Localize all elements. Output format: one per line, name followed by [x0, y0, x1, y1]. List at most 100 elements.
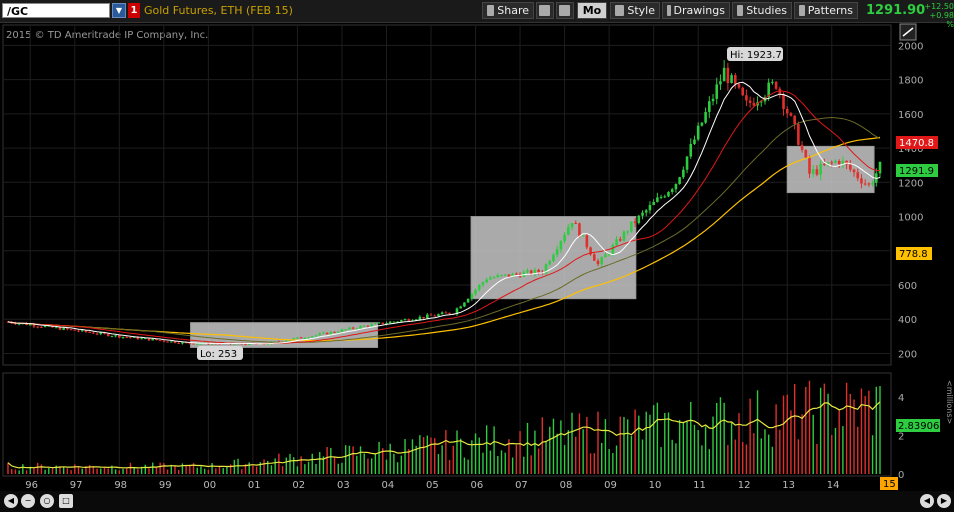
- candle-body: [793, 115, 796, 125]
- candle-body: [448, 312, 451, 314]
- candle-body: [618, 239, 622, 241]
- candle-body: [811, 169, 815, 174]
- candle-body: [567, 227, 570, 235]
- candle-body: [719, 81, 722, 85]
- candle-body: [867, 183, 871, 185]
- candle-body: [663, 196, 667, 198]
- candle-body: [388, 321, 392, 324]
- candle-body: [708, 101, 711, 112]
- candle-body: [110, 336, 114, 338]
- candle-body: [652, 201, 655, 206]
- candle-body: [322, 332, 325, 334]
- time-tick-label: 99: [159, 480, 172, 491]
- candle-body: [348, 327, 351, 330]
- time-tick-label: 01: [248, 480, 261, 491]
- candles: [6, 60, 882, 346]
- candle-body: [429, 314, 433, 316]
- candle-body: [166, 341, 169, 343]
- candle-body: [570, 223, 574, 228]
- candle-body: [418, 316, 422, 320]
- candle-body: [552, 254, 555, 262]
- candle-body: [626, 231, 629, 233]
- candle-body: [800, 144, 804, 150]
- candle-body: [173, 341, 177, 343]
- candle-body: [871, 182, 874, 185]
- candle-body: [43, 326, 47, 328]
- candle-body: [585, 235, 589, 248]
- candle-body: [158, 340, 162, 342]
- reset-view-button[interactable]: □: [59, 494, 73, 508]
- time-tick-label: 98: [114, 480, 127, 491]
- candle-body: [381, 322, 385, 325]
- price-tick-label: 200: [898, 349, 917, 360]
- candle-body: [748, 100, 752, 103]
- candle-body: [804, 149, 808, 158]
- candle-body: [140, 338, 143, 340]
- candle-body: [823, 163, 826, 165]
- candle-body: [181, 342, 184, 344]
- candle-body: [837, 160, 841, 165]
- time-tick-label: 10: [649, 480, 662, 491]
- candle-body: [726, 67, 730, 84]
- candle-body: [310, 336, 314, 338]
- candle-body: [644, 210, 648, 213]
- candle-body: [600, 257, 604, 265]
- time-tick-label: 96: [25, 480, 38, 491]
- zoom-button[interactable]: ○: [40, 494, 54, 508]
- candle-body: [648, 205, 652, 211]
- time-tick-label: 11: [693, 480, 706, 491]
- scroll-forward-button[interactable]: ▶: [937, 494, 951, 508]
- candle-body: [808, 157, 811, 174]
- candle-body: [366, 325, 370, 327]
- price-tick-label: 600: [898, 281, 917, 292]
- candle-body: [737, 83, 741, 88]
- candle-body: [392, 321, 396, 323]
- candle-body: [359, 326, 362, 329]
- candle-body: [32, 324, 36, 327]
- candle-body: [830, 162, 834, 164]
- candle-body: [400, 320, 403, 322]
- candle-body: [730, 75, 733, 84]
- candle-body: [195, 343, 199, 345]
- candle-body: [58, 327, 62, 330]
- candle-body: [284, 340, 288, 342]
- candle-body: [574, 223, 578, 225]
- price-chart[interactable]: 200018001600140012001000800600400200 420…: [0, 0, 954, 512]
- candle-body: [641, 212, 644, 216]
- candle-body: [622, 231, 626, 241]
- candle-body: [118, 335, 121, 338]
- candle-body: [834, 160, 837, 163]
- candle-body: [782, 93, 785, 109]
- candle-body: [722, 67, 726, 82]
- candle-body: [500, 275, 503, 277]
- candle-body: [296, 337, 299, 339]
- scroll-left-button[interactable]: ◀: [4, 494, 18, 508]
- candle-body: [99, 332, 103, 335]
- price-axis: 200018001600140012001000800600400200: [898, 41, 923, 360]
- candle-body: [860, 178, 863, 184]
- ma-red-value: 1470.8: [899, 138, 934, 149]
- candle-body: [407, 319, 411, 321]
- candle-body: [95, 333, 99, 335]
- scroll-right-button[interactable]: ◀: [920, 494, 934, 508]
- candle-body: [459, 306, 462, 309]
- candle-body: [80, 330, 84, 332]
- candle-body: [789, 113, 793, 116]
- candle-body: [819, 163, 822, 175]
- ma-yellow-line: [7, 136, 881, 342]
- candle-body: [28, 324, 32, 326]
- candle-body: [592, 254, 596, 261]
- candle-body: [637, 215, 641, 224]
- candle-body: [785, 108, 789, 114]
- zoom-out-button[interactable]: −: [21, 494, 35, 508]
- candle-body: [548, 261, 552, 265]
- current-year-label: 15: [883, 479, 896, 490]
- time-tick-label: 03: [337, 480, 350, 491]
- candle-body: [774, 81, 778, 89]
- candle-body: [852, 169, 856, 173]
- time-tick-label: 00: [203, 480, 216, 491]
- candle-body: [878, 161, 882, 174]
- candle-body: [314, 335, 318, 337]
- price-tick-label: 1800: [898, 76, 923, 87]
- candle-body: [849, 164, 852, 170]
